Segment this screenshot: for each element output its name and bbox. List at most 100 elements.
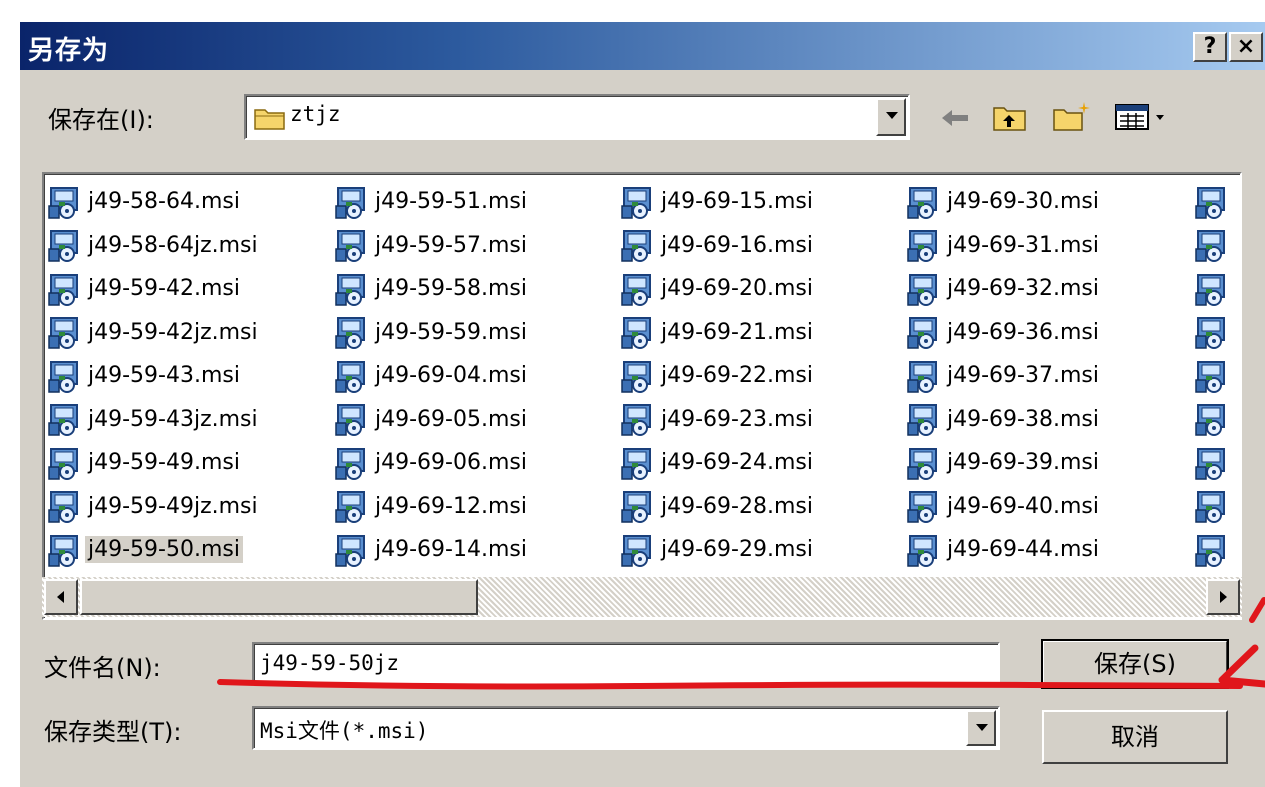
- msi-file-icon: [334, 401, 370, 437]
- msi-file-icon: [47, 401, 83, 437]
- list-item[interactable]: j49-69-24.msi: [620, 441, 816, 485]
- title-bar[interactable]: 另存为 ? ×: [20, 22, 1265, 70]
- list-item[interactable]: [1194, 398, 1238, 442]
- list-item[interactable]: j49-59-49.msi: [47, 441, 261, 485]
- back-arrow-icon[interactable]: [938, 106, 972, 130]
- msi-file-icon: [334, 532, 370, 568]
- list-item[interactable]: j49-58-64.msi: [47, 180, 261, 224]
- arrow-right-icon: [1220, 591, 1227, 603]
- file-list[interactable]: j49-58-64.msi j49-58-64jz.msi j49-59-42.…: [42, 172, 1242, 620]
- msi-file-icon: [906, 271, 942, 307]
- list-item[interactable]: j49-59-59.msi: [334, 311, 530, 355]
- msi-file-icon: [620, 532, 656, 568]
- msi-file-icon: [47, 314, 83, 350]
- msi-file-icon: [1194, 314, 1230, 350]
- msi-file-icon: [1194, 271, 1230, 307]
- file-type-dropdown-button[interactable]: [966, 710, 996, 746]
- msi-file-icon: [334, 314, 370, 350]
- save-button[interactable]: 保存(S): [1041, 639, 1229, 689]
- list-item[interactable]: [1194, 485, 1238, 529]
- list-item[interactable]: j49-59-51.msi: [334, 180, 530, 224]
- msi-file-icon: [1194, 488, 1230, 524]
- list-item[interactable]: j49-69-39.msi: [906, 441, 1102, 485]
- file-column-5: [1194, 180, 1238, 572]
- file-type-combo[interactable]: Msi文件(*.msi): [252, 706, 1000, 750]
- list-item[interactable]: j49-69-38.msi: [906, 398, 1102, 442]
- msi-file-icon: [334, 488, 370, 524]
- msi-file-icon: [47, 271, 83, 307]
- help-button[interactable]: ?: [1193, 32, 1227, 62]
- list-item[interactable]: j49-59-43jz.msi: [47, 398, 261, 442]
- dialog-title: 另存为: [28, 36, 110, 66]
- msi-file-icon: [906, 184, 942, 220]
- save-in-combo[interactable]: ztjz: [244, 94, 910, 140]
- list-item[interactable]: j49-59-43.msi: [47, 354, 261, 398]
- file-name-value: j49-59-50jz: [260, 651, 400, 675]
- list-item[interactable]: j49-59-42.msi: [47, 267, 261, 311]
- list-item[interactable]: j49-69-20.msi: [620, 267, 816, 311]
- list-item[interactable]: j49-58-64jz.msi: [47, 224, 261, 268]
- list-item[interactable]: j49-69-32.msi: [906, 267, 1102, 311]
- file-name-input[interactable]: j49-59-50jz: [252, 642, 1000, 686]
- list-item-selected[interactable]: j49-59-50.msi: [47, 528, 261, 572]
- msi-file-icon: [1194, 445, 1230, 481]
- list-item[interactable]: j49-69-15.msi: [620, 180, 816, 224]
- msi-file-icon: [1194, 184, 1230, 220]
- list-item[interactable]: j49-69-04.msi: [334, 354, 530, 398]
- list-item[interactable]: j49-59-58.msi: [334, 267, 530, 311]
- scroll-right-button[interactable]: [1206, 579, 1240, 615]
- list-item[interactable]: j49-69-30.msi: [906, 180, 1102, 224]
- list-item[interactable]: j49-69-21.msi: [620, 311, 816, 355]
- file-column-4: j49-69-30.msi j49-69-31.msi j49-69-32.ms…: [906, 180, 1102, 572]
- save-in-dropdown-button[interactable]: [876, 98, 906, 136]
- list-item[interactable]: j49-69-28.msi: [620, 485, 816, 529]
- horizontal-scrollbar[interactable]: [42, 577, 1242, 617]
- list-item[interactable]: j49-69-44.msi: [906, 528, 1102, 572]
- list-item[interactable]: j49-69-37.msi: [906, 354, 1102, 398]
- folder-icon: [254, 109, 285, 130]
- msi-file-icon: [906, 227, 942, 263]
- list-item[interactable]: j49-69-31.msi: [906, 224, 1102, 268]
- msi-file-icon: [47, 184, 83, 220]
- list-item[interactable]: j49-69-23.msi: [620, 398, 816, 442]
- msi-file-icon: [906, 401, 942, 437]
- list-item[interactable]: j49-69-14.msi: [334, 528, 530, 572]
- msi-file-icon: [620, 314, 656, 350]
- list-item[interactable]: j49-69-29.msi: [620, 528, 816, 572]
- list-item[interactable]: [1194, 224, 1238, 268]
- scroll-thumb[interactable]: [80, 579, 478, 615]
- list-item[interactable]: j49-69-16.msi: [620, 224, 816, 268]
- list-item[interactable]: [1194, 528, 1238, 572]
- list-item[interactable]: j49-69-12.msi: [334, 485, 530, 529]
- msi-file-icon: [620, 488, 656, 524]
- msi-file-icon: [1194, 401, 1230, 437]
- list-item[interactable]: j49-59-49jz.msi: [47, 485, 261, 529]
- close-button[interactable]: ×: [1229, 32, 1263, 62]
- list-item[interactable]: j49-69-06.msi: [334, 441, 530, 485]
- cancel-button[interactable]: 取消: [1042, 710, 1228, 764]
- list-item[interactable]: j49-69-05.msi: [334, 398, 530, 442]
- msi-file-icon: [620, 445, 656, 481]
- file-column-1: j49-58-64.msi j49-58-64jz.msi j49-59-42.…: [47, 180, 261, 572]
- list-item[interactable]: [1194, 180, 1238, 224]
- file-column-2: j49-59-51.msi j49-59-57.msi j49-59-58.ms…: [334, 180, 530, 572]
- msi-file-icon: [906, 314, 942, 350]
- list-item[interactable]: j49-69-40.msi: [906, 485, 1102, 529]
- msi-file-icon: [47, 532, 83, 568]
- list-item[interactable]: [1194, 267, 1238, 311]
- scroll-left-button[interactable]: [44, 579, 78, 615]
- list-item[interactable]: j49-69-36.msi: [906, 311, 1102, 355]
- arrow-left-icon: [57, 591, 64, 603]
- msi-file-icon: [47, 358, 83, 394]
- view-menu-icon[interactable]: [1114, 102, 1170, 132]
- up-folder-icon[interactable]: [992, 102, 1028, 132]
- list-item[interactable]: j49-59-42jz.msi: [47, 311, 261, 355]
- list-item[interactable]: [1194, 311, 1238, 355]
- list-item[interactable]: j49-69-22.msi: [620, 354, 816, 398]
- msi-file-icon: [620, 401, 656, 437]
- list-item[interactable]: [1194, 441, 1238, 485]
- list-item[interactable]: j49-59-57.msi: [334, 224, 530, 268]
- msi-file-icon: [334, 271, 370, 307]
- new-folder-icon[interactable]: [1052, 100, 1092, 132]
- list-item[interactable]: [1194, 354, 1238, 398]
